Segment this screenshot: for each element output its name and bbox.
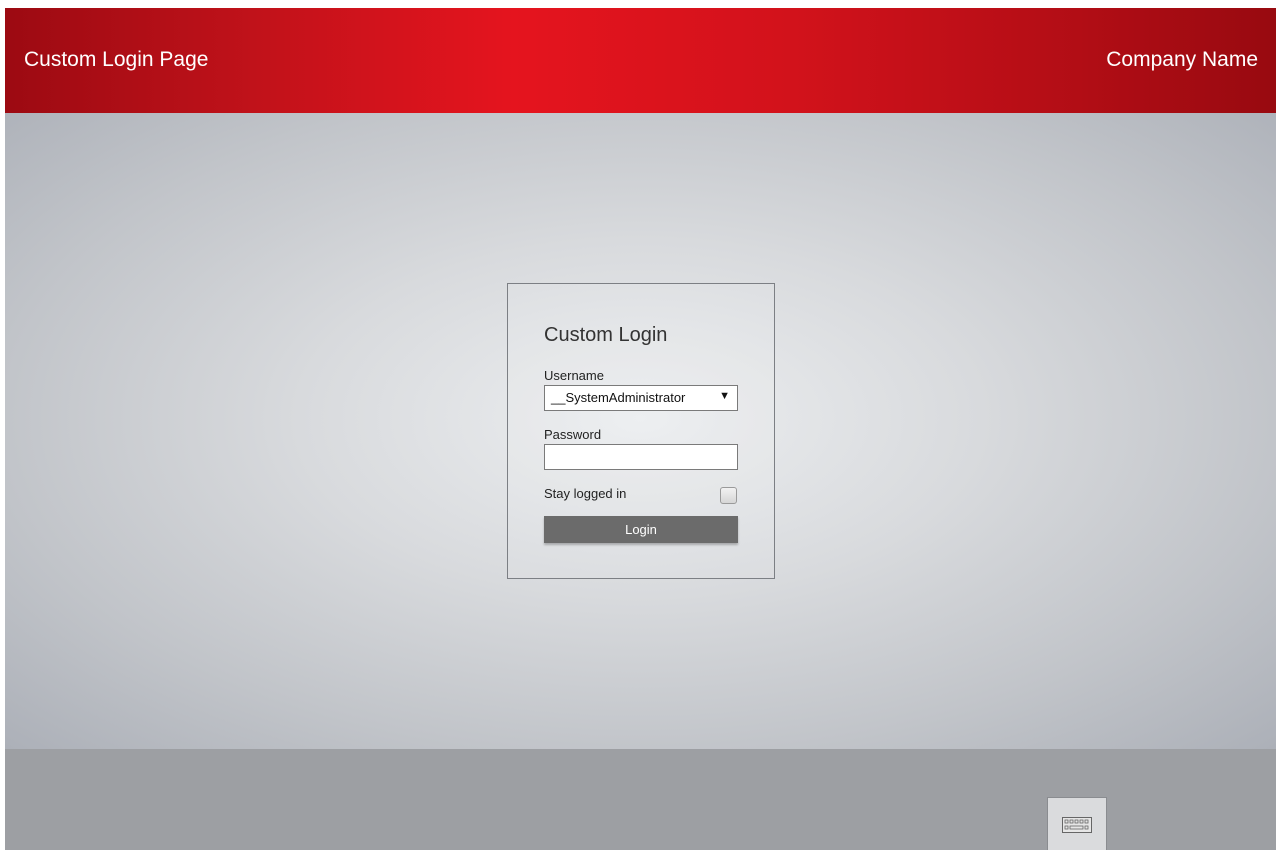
company-name: Company Name [1106, 48, 1258, 71]
dropdown-arrow-icon: ▼ [719, 390, 730, 402]
main-area: Custom Login Username __SystemAdministra… [5, 113, 1276, 749]
app-frame: Custom Login Page Company Name Custom Lo… [5, 8, 1276, 850]
username-select[interactable]: __SystemAdministrator ▼ [544, 385, 738, 411]
login-panel: Custom Login Username __SystemAdministra… [507, 283, 775, 579]
login-button[interactable]: Login [544, 516, 738, 543]
password-label: Password [544, 427, 602, 442]
username-label: Username [544, 368, 604, 383]
password-field[interactable] [544, 444, 738, 470]
stay-logged-in-checkbox[interactable] [720, 487, 737, 504]
stay-logged-in-label: Stay logged in [544, 486, 627, 501]
header-bar: Custom Login Page Company Name [5, 8, 1276, 113]
page-title: Custom Login Page [24, 48, 209, 71]
footer-bar [5, 749, 1276, 850]
keyboard-button[interactable] [1047, 797, 1107, 850]
login-heading: Custom Login [544, 324, 668, 346]
username-value: __SystemAdministrator [551, 390, 686, 405]
keyboard-icon [1062, 817, 1092, 833]
